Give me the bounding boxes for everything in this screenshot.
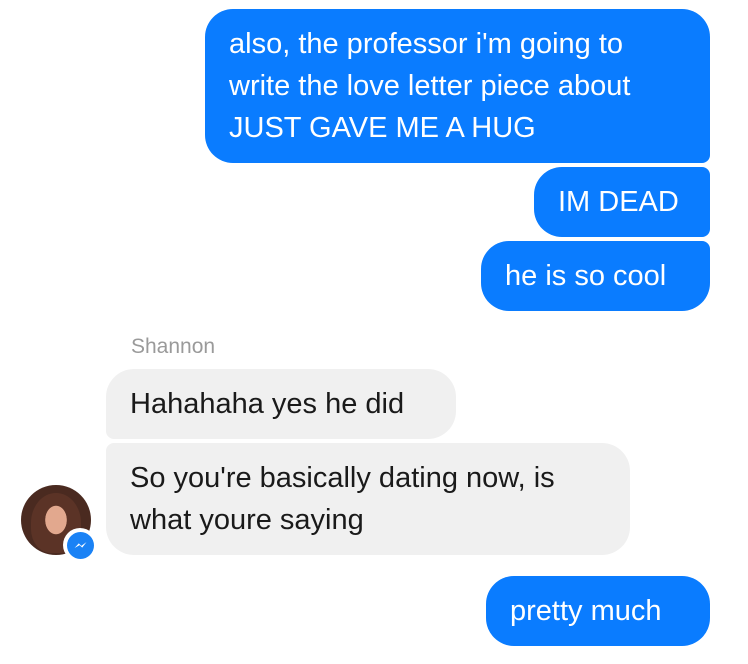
- message-text-line: what youre saying: [130, 504, 364, 536]
- message-text: IM DEAD: [558, 186, 679, 218]
- message-text-line: JUST GAVE ME A HUG: [229, 112, 536, 144]
- message-text: pretty much: [510, 595, 662, 627]
- incoming-message[interactable]: So you're basically dating now, is what …: [106, 443, 630, 555]
- outgoing-message[interactable]: he is so cool: [481, 241, 710, 311]
- outgoing-message[interactable]: pretty much: [486, 576, 710, 646]
- message-text-line: also, the professor i'm going to: [229, 28, 624, 60]
- outgoing-message[interactable]: IM DEAD: [534, 167, 710, 237]
- incoming-message[interactable]: Hahahaha yes he did: [106, 369, 456, 439]
- sender-name: Shannon: [131, 335, 216, 358]
- message-text-line: So you're basically dating now, is: [130, 462, 555, 494]
- message-text: Hahahaha yes he did: [130, 388, 405, 420]
- message-text: he is so cool: [505, 260, 667, 292]
- outgoing-message[interactable]: also, the professor i'm going to write t…: [205, 9, 710, 163]
- message-text-line: write the love letter piece about: [229, 70, 631, 102]
- messenger-badge-icon: [63, 528, 97, 562]
